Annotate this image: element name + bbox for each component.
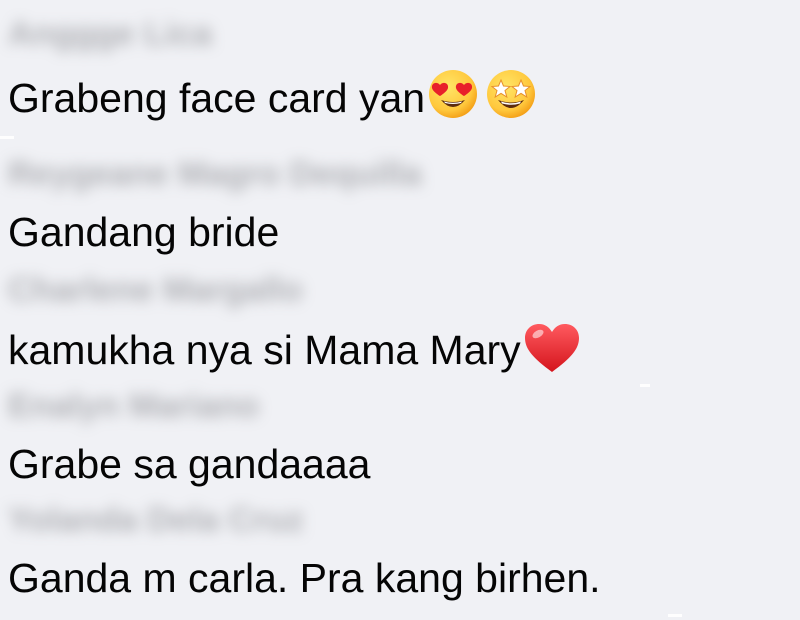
edge-highlight xyxy=(640,384,650,387)
comment-author-name[interactable]: Reygeane Magro Dequilla xyxy=(8,154,422,194)
star-struck-face-icon xyxy=(485,68,537,120)
comment-text-row: kamukha nya si Mama Mary xyxy=(8,322,581,376)
comment-author-name[interactable]: Charlene Margallo xyxy=(8,270,303,310)
comment-text: kamukha nya si Mama Mary xyxy=(8,327,521,373)
comment-text: Gandang bride xyxy=(8,209,280,255)
comment-text-row: Grabeng face card yan xyxy=(8,68,537,122)
comment-author-name[interactable]: Anggge Lica xyxy=(8,14,212,54)
comment-text: Grabe sa gandaaaa xyxy=(8,441,371,487)
comment-text: Grabeng face card yan xyxy=(8,75,426,121)
edge-highlight xyxy=(0,136,14,139)
red-heart-icon xyxy=(523,322,581,376)
edge-highlight xyxy=(668,614,682,617)
comment-list: Anggge Lica Grabeng face card yan Reygea… xyxy=(0,0,800,620)
heart-eyes-face-icon xyxy=(427,68,479,120)
comment-author-name[interactable]: Enalyn Mariano xyxy=(8,386,259,426)
comment-text: Ganda m carla. Pra kang birhen. xyxy=(8,555,601,601)
comment-author-name[interactable]: Yolanda Dela Cruz xyxy=(8,500,304,540)
